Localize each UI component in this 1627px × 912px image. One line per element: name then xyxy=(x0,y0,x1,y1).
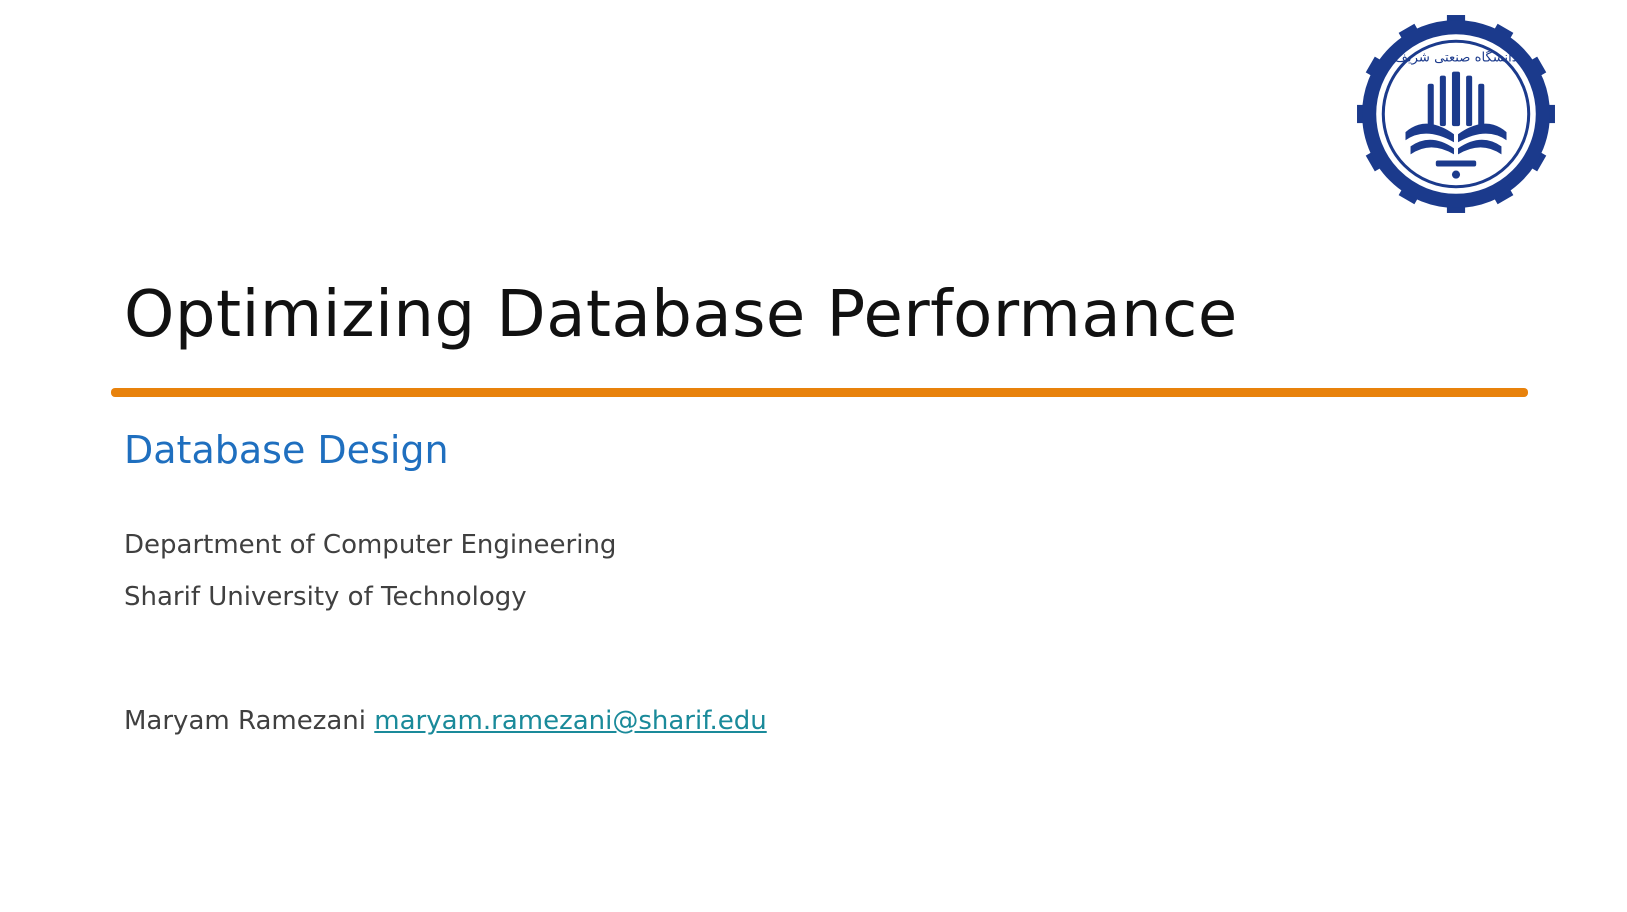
department-text: Department of Computer Engineering xyxy=(124,530,617,560)
author-email-link[interactable]: maryam.ramezani@sharif.edu xyxy=(374,706,766,736)
university-text: Sharif University of Technology xyxy=(124,582,527,612)
author-name: Maryam Ramezani xyxy=(124,706,366,736)
slide-title: Optimizing Database Performance xyxy=(124,278,1238,352)
slide: دانشگاه صنعتی شریف Optimizing Database P… xyxy=(0,0,1627,912)
title-divider xyxy=(111,388,1528,397)
slide-subtitle: Database Design xyxy=(124,428,449,472)
university-logo-icon: دانشگاه صنعتی شریف xyxy=(1357,15,1555,213)
author-line: Maryam Ramezani maryam.ramezani@sharif.e… xyxy=(124,706,767,736)
seal-lettering: دانشگاه صنعتی شریف xyxy=(1394,49,1517,65)
